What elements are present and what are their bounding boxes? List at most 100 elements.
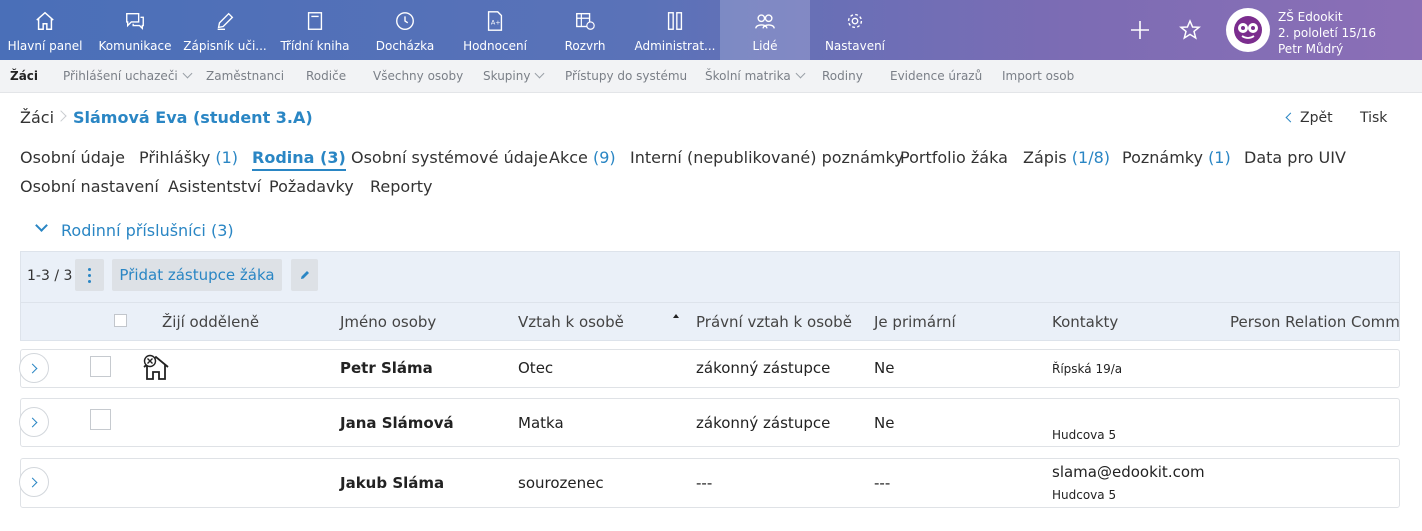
nav-nastaveni[interactable]: Nastavení — [810, 0, 900, 60]
col-header-primary[interactable]: Je primární — [874, 313, 956, 331]
nav-label: Docházka — [375, 39, 435, 53]
tab-label: Interní (nepublikované) poznámky — [630, 148, 904, 167]
tab-label: Zápis — [1023, 148, 1067, 167]
col-header-separate[interactable]: Žijí odděleně — [162, 313, 259, 331]
expand-row-button[interactable] — [19, 353, 49, 383]
breadcrumb-root[interactable]: Žáci — [20, 108, 54, 127]
nav-dochazka[interactable]: Docházka — [360, 0, 450, 60]
tab-count: (1) — [215, 148, 239, 167]
subnav-skolni-matrika[interactable]: Školní matrika — [705, 60, 806, 93]
sub-nav: Žáci Přihlášení uchazeči Zaměstnanci Rod… — [0, 60, 1422, 93]
chevron-down-icon[interactable] — [35, 219, 48, 232]
tab-label: Přihlášky — [139, 148, 211, 167]
col-header-name[interactable]: Jméno osoby — [340, 313, 436, 331]
plus-icon[interactable] — [1128, 18, 1152, 42]
subnav-rodice[interactable]: Rodiče — [306, 60, 346, 93]
tab-interni-poznamky[interactable]: Interní (nepublikované) poznámky — [630, 148, 904, 167]
relation: Otec — [518, 359, 554, 377]
contact-address: Hudcova 5 — [1052, 488, 1117, 502]
subnav-prihlaseni-uchazeci[interactable]: Přihlášení uchazeči — [63, 60, 193, 93]
select-all-checkbox[interactable] — [114, 314, 127, 327]
row-checkbox[interactable] — [90, 409, 111, 430]
person-name[interactable]: Petr Sláma — [340, 359, 433, 377]
subnav-evidence-urazu[interactable]: Evidence úrazů — [890, 60, 982, 93]
nav-label: Hlavní panel — [7, 39, 83, 53]
contact-address: Řípská 19/a — [1052, 362, 1123, 376]
tab-rodina[interactable]: Rodina (3) — [252, 148, 346, 171]
subnav-rodiny[interactable]: Rodiny — [822, 60, 863, 93]
person-name[interactable]: Jakub Sláma — [340, 474, 444, 492]
more-options-button[interactable] — [75, 259, 104, 291]
tab-label: Poznámky — [1122, 148, 1203, 167]
col-header-relation[interactable]: Vztah k osobě — [518, 313, 624, 331]
nav-label: Zápisník uči... — [183, 39, 267, 53]
section-title[interactable]: Rodinní příslušníci (3) — [61, 221, 234, 240]
pencil-icon — [217, 12, 234, 30]
tab-label: Osobní nastavení — [20, 177, 159, 196]
grade-icon: A+ — [487, 11, 503, 31]
col-header-legal[interactable]: Právní vztah k osobě — [696, 313, 852, 331]
kebab-dot — [88, 280, 91, 283]
tab-portfolio-zaka[interactable]: Portfolio žáka — [900, 148, 1008, 167]
nav-administrace[interactable]: Administrat... — [630, 0, 720, 60]
org-info[interactable]: ZŠ Edookit 2. pololetí 15/16 Petr Můdrý — [1278, 9, 1376, 57]
people-icon — [755, 14, 775, 29]
nav-hlavni-panel[interactable]: Hlavní panel — [0, 0, 90, 60]
tab-label: Data pro UIV — [1244, 148, 1346, 167]
edit-button[interactable] — [291, 259, 318, 291]
tab-osobni-udaje[interactable]: Osobní údaje — [20, 148, 125, 167]
col-header-contacts[interactable]: Kontakty — [1052, 313, 1118, 331]
school-name: ZŠ Edookit — [1278, 10, 1343, 24]
tab-prihlasky[interactable]: Přihlášky (1) — [139, 148, 238, 167]
owl-logo-icon — [1234, 16, 1262, 44]
print-button[interactable]: Tisk — [1360, 110, 1387, 126]
row-checkbox[interactable] — [90, 356, 111, 377]
relation: Matka — [518, 414, 564, 432]
nav-lide[interactable]: Lidé — [720, 0, 810, 60]
user-name: Petr Můdrý — [1278, 42, 1344, 56]
subnav-label: Žáci — [10, 69, 39, 83]
nav-zapisnik[interactable]: Zápisník uči... — [180, 0, 270, 60]
add-representative-button[interactable]: Přidat zástupce žáka — [112, 259, 282, 291]
subnav-pristupy[interactable]: Přístupy do systému — [565, 60, 687, 93]
chevron-down-icon — [182, 68, 193, 79]
subnav-zaci[interactable]: Žáci — [10, 60, 38, 93]
nav-rozvrh[interactable]: Rozvrh — [540, 0, 630, 60]
tab-pozadavky[interactable]: Požadavky — [269, 177, 354, 196]
is-primary: --- — [874, 474, 891, 492]
avatar[interactable] — [1226, 8, 1270, 52]
back-label: Zpět — [1300, 110, 1333, 126]
tab-osobni-nastaveni[interactable]: Osobní nastavení — [20, 177, 159, 196]
tab-poznamky[interactable]: Poznámky (1) — [1122, 148, 1231, 167]
tab-akce[interactable]: Akce (9) — [549, 148, 616, 167]
tab-label: Osobní systémové údaje — [351, 148, 548, 167]
subnav-label: Všechny osoby — [373, 69, 464, 83]
subnav-skupiny[interactable]: Skupiny — [483, 60, 545, 93]
tab-asistentstvi[interactable]: Asistentství — [168, 177, 261, 196]
tab-reporty[interactable]: Reporty — [370, 177, 433, 196]
subnav-zamestnanci[interactable]: Zaměstnanci — [206, 60, 284, 93]
back-button[interactable]: Zpět — [1285, 110, 1333, 126]
legal-relation: zákonný zástupce — [696, 359, 831, 377]
nav-tridni-kniha[interactable]: Třídní kniha — [270, 0, 360, 60]
tab-data-pro-uiv[interactable]: Data pro UIV — [1244, 148, 1346, 167]
tab-osobni-systemove-udaje[interactable]: Osobní systémové údaje — [351, 148, 548, 167]
col-header-comment[interactable]: Person Relation Comme — [1230, 313, 1400, 331]
school-period: 2. pololetí 15/16 — [1278, 26, 1377, 40]
subnav-label: Rodiny — [822, 69, 863, 83]
tab-zapis[interactable]: Zápis (1/8) — [1023, 148, 1110, 167]
legal-relation: --- — [696, 474, 713, 492]
subnav-vsechny-osoby[interactable]: Všechny osoby — [373, 60, 463, 93]
subnav-label: Import osob — [1002, 69, 1075, 83]
nav-komunikace[interactable]: Komunikace — [90, 0, 180, 60]
top-bar: Hlavní panel Komunikace Zápisník uči... … — [0, 0, 1422, 60]
subnav-import-osob[interactable]: Import osob — [1002, 60, 1074, 93]
nav-label: Administrat... — [634, 39, 716, 53]
nav-hodnoceni[interactable]: A+ Hodnocení — [450, 0, 540, 60]
expand-row-button[interactable] — [19, 407, 49, 437]
star-icon[interactable] — [1178, 18, 1202, 42]
person-name[interactable]: Jana Slámová — [340, 414, 454, 432]
contact-email[interactable]: slama@edookit.com — [1052, 463, 1205, 481]
expand-row-button[interactable] — [19, 467, 49, 497]
admin-icon — [667, 12, 683, 30]
